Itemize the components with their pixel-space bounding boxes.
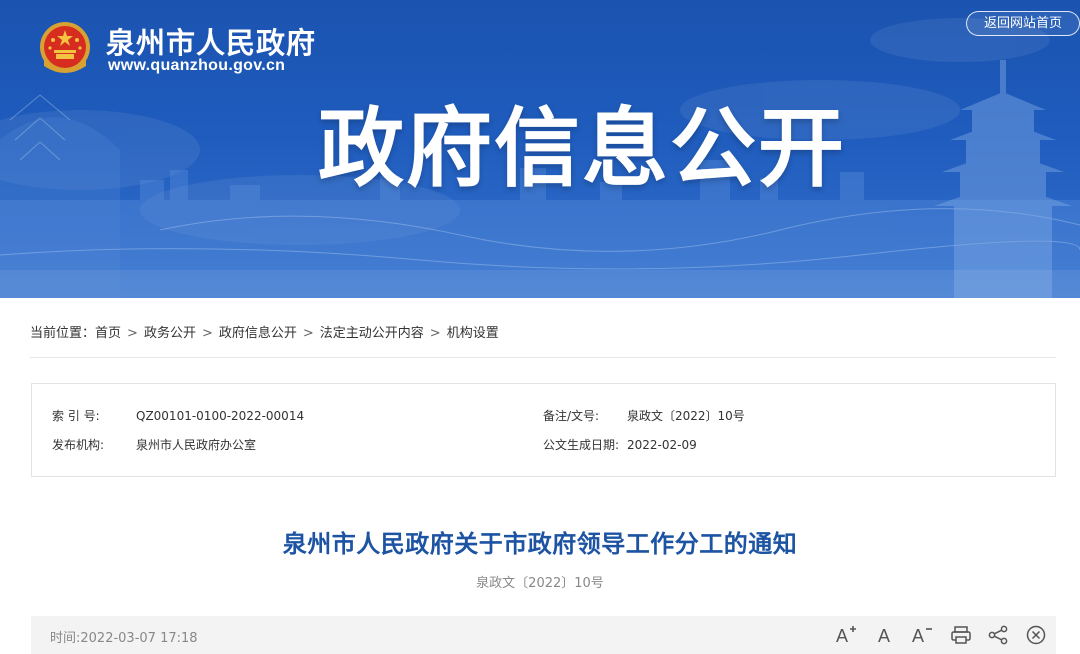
breadcrumb-item-info-disclosure[interactable]: 政府信息公开 [219, 326, 297, 341]
docno-label: 备注/文号: [543, 409, 600, 423]
site-name: 泉州市人民政府 [106, 26, 317, 60]
docno-value: 泉政文〔2022〕10号 [627, 409, 745, 423]
breadcrumb-prefix: 当前位置： [30, 326, 96, 341]
svg-text:A: A [912, 626, 924, 646]
breadcrumb-item-institution-setup[interactable]: 机构设置 [447, 326, 499, 341]
publisher-label: 发布机构: [52, 438, 105, 452]
publish-time: 时间:2022-03-07 17:18 [50, 627, 198, 646]
print-icon[interactable] [949, 624, 973, 646]
breadcrumb-separator: > [127, 326, 138, 341]
breadcrumb-item-government-affairs[interactable]: 政务公开 [144, 326, 196, 341]
font-increase-icon[interactable]: A [834, 624, 858, 646]
breadcrumb-separator: > [201, 326, 213, 341]
breadcrumb-separator: > [302, 326, 314, 341]
return-home-button[interactable]: 返回网站首页 [966, 11, 1080, 36]
time-value: 2022-03-07 17:18 [80, 631, 198, 646]
breadcrumb-item-statutory-content[interactable]: 法定主动公开内容 [320, 326, 424, 341]
date-label: 公文生成日期: [543, 438, 620, 452]
svg-text:A: A [878, 626, 890, 646]
index-value: QZ00101-0100-2022-00014 [136, 409, 305, 423]
article-toolbar: 时间:2022-03-07 17:18 A A A [31, 616, 1056, 654]
time-label: 时间: [50, 631, 81, 646]
font-reset-icon[interactable]: A [873, 624, 897, 646]
article-title: 泉州市人民政府关于市政府领导工作分工的通知 [282, 530, 798, 558]
breadcrumb-item-home[interactable]: 首页 [95, 326, 121, 341]
font-decrease-icon[interactable]: A [910, 624, 934, 646]
breadcrumb-separator: > [429, 326, 441, 341]
national-emblem-logo [40, 22, 90, 73]
svg-text:A: A [836, 626, 848, 646]
breadcrumb: 当前位置：首页 > 政务公开 > 政府信息公开 > 法定主动公开内容 > 机构设置 [30, 322, 1056, 358]
publisher-value: 泉州市人民政府办公室 [136, 438, 257, 452]
index-label: 索 引 号: [52, 409, 100, 423]
banner-title: 政府信息公开 [318, 99, 846, 199]
close-icon[interactable] [1024, 624, 1048, 646]
document-info-box: 索 引 号: QZ00101-0100-2022-00014 备注/文号: 泉政… [31, 383, 1056, 477]
share-icon[interactable] [986, 624, 1010, 646]
header-banner: 泉州市人民政府 www.quanzhou.gov.cn 返回网站首页 政府信息公… [0, 0, 1080, 298]
article-doc-number: 泉政文〔2022〕10号 [476, 576, 604, 591]
site-url: www.quanzhou.gov.cn [108, 57, 286, 74]
date-value: 2022-02-09 [627, 438, 697, 452]
